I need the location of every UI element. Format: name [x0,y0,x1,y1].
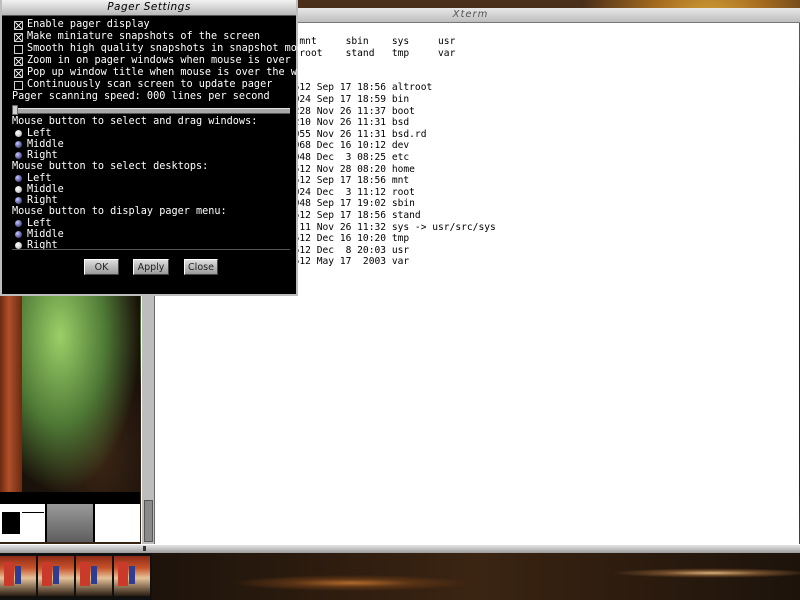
option-row[interactable]: Zoom in on pager windows when mouse is o… [12,55,321,67]
taskbar [0,544,800,600]
radio-option-left[interactable]: Left [12,173,292,184]
scrollbar-thumb[interactable] [144,500,153,542]
option-label: Enable pager display [27,19,150,31]
ok-button[interactable]: OK [84,259,119,275]
taskbar-app-icon[interactable] [76,556,112,596]
radio-label: Right [27,149,58,161]
radio-option-middle[interactable]: Middle [12,139,292,150]
taskbar-app-icon[interactable] [0,556,36,596]
slider-track[interactable] [12,108,290,114]
option-row[interactable]: Continuously scan screen to update pager [12,79,292,91]
option-checkbox[interactable] [14,44,23,54]
option-row[interactable]: Pop up window title when mouse is over t… [12,67,328,79]
xterm-scrollbar[interactable] [141,296,155,544]
taskbar-apps [0,553,152,600]
dialog-title: Pager Settings [107,1,191,13]
taskbar-wallpaper [152,553,800,600]
dialog-titlebar[interactable]: Pager Settings [2,0,296,16]
radio-option-right[interactable]: Right [12,195,292,206]
apply-button[interactable]: Apply [133,259,169,275]
wallpaper-curtain [0,296,22,492]
radio-option-left[interactable]: Left [12,218,292,229]
radio-option-right[interactable]: Right [12,150,292,161]
option-checkbox[interactable] [14,56,23,66]
mini-window [2,512,20,534]
slider-knob[interactable] [12,105,18,115]
radio-button[interactable] [15,130,22,137]
radio-group-heading: Mouse button to display pager menu: [12,206,227,217]
option-row[interactable]: Smooth high quality snapshots in snapsho… [12,43,309,55]
wallpaper-visible-region [0,296,140,492]
radio-label: Right [27,194,58,206]
radio-option-left[interactable]: Left [12,128,292,139]
option-row[interactable]: Make miniature snapshots of the screen [12,31,292,43]
pager-desktop-2[interactable] [47,504,93,542]
option-checkbox[interactable] [14,80,23,90]
option-label: Zoom in on pager windows when mouse is o… [27,55,322,67]
pager-desktop-1[interactable] [0,504,46,542]
option-label: Make miniature snapshots of the screen [27,31,261,43]
options-list: Enable pager display Make miniature snaps… [12,19,328,91]
option-checkbox[interactable] [14,68,23,78]
option-checkbox[interactable] [14,32,23,42]
pager-desktop-3[interactable] [94,504,140,542]
radio-button[interactable] [15,141,22,148]
option-label: Continuously scan screen to update pager [27,79,273,91]
pager[interactable] [0,492,140,542]
close-button[interactable]: Close [184,259,218,275]
radio-group-heading: Mouse button to select and drag windows: [12,116,258,127]
radio-button[interactable] [15,231,22,238]
taskbar-app-icon[interactable] [114,556,150,596]
option-label: Pop up window title when mouse is over t… [27,67,328,79]
radio-button[interactable] [15,197,22,204]
radio-button[interactable] [15,242,22,249]
radio-option-middle[interactable]: Middle [12,184,292,195]
taskbar-handle[interactable] [143,546,146,551]
option-label: Smooth high quality snapshots in snapsho… [27,43,310,55]
mouse-button-groups: Mouse button to select and drag windows:… [12,116,292,251]
option-row[interactable]: Enable pager display [12,19,292,31]
dialog-content: Enable pager display Make miniature snaps… [12,19,328,251]
radio-group-heading: Mouse button to select desktops: [12,161,209,172]
radio-button[interactable] [15,220,22,227]
radio-button[interactable] [15,186,22,193]
radio-button[interactable] [15,175,22,182]
option-checkbox[interactable] [14,20,23,30]
dialog-separator [12,249,290,250]
pager-settings-dialog[interactable]: Pager Settings Enable pager display Make … [0,0,328,296]
radio-option-middle[interactable]: Middle [12,229,292,240]
scanning-speed-label: Pager scanning speed: 000 lines per seco… [12,91,270,102]
scanning-speed-slider[interactable] [12,105,292,115]
radio-button[interactable] [15,152,22,159]
taskbar-app-icon[interactable] [38,556,74,596]
mini-window [22,512,44,513]
